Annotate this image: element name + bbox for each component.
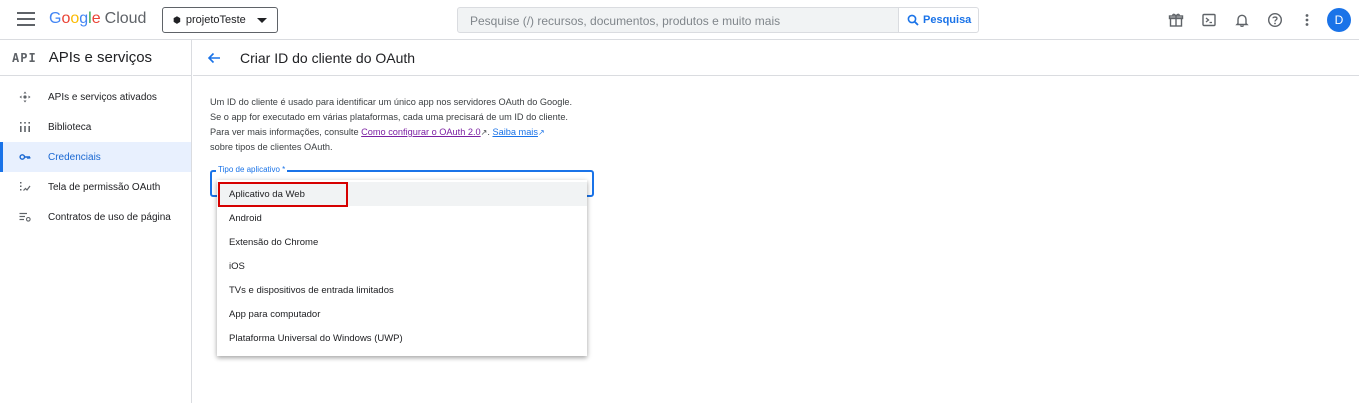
sidebar-item-library[interactable]: Biblioteca bbox=[0, 112, 191, 142]
description-line: Um ID do cliente é usado para identifica… bbox=[210, 97, 573, 107]
google-cloud-logo[interactable]: Google Cloud bbox=[49, 10, 146, 28]
back-arrow-icon[interactable] bbox=[205, 49, 223, 67]
search-button-label: Pesquisa bbox=[923, 14, 972, 26]
help-icon[interactable] bbox=[1265, 10, 1285, 30]
more-vert-icon[interactable] bbox=[1297, 10, 1317, 30]
caret-down-icon bbox=[257, 18, 267, 23]
learn-more-link[interactable]: Saiba mais bbox=[492, 127, 537, 137]
sidebar-item-label: Tela de permissão OAuth bbox=[48, 181, 161, 193]
application-type-dropdown: Aplicativo da Web Android Extensão do Ch… bbox=[217, 180, 587, 356]
library-icon bbox=[18, 121, 32, 133]
sidebar-item-label: APIs e serviços ativados bbox=[48, 91, 157, 103]
consent-icon bbox=[18, 181, 32, 193]
external-link-icon: ↗ bbox=[537, 128, 545, 137]
external-link-icon: ↗ bbox=[480, 128, 488, 137]
description: Um ID do cliente é usado para identifica… bbox=[210, 95, 600, 155]
description-line: Se o app for executado em várias platafo… bbox=[210, 112, 568, 122]
option-desktop-app[interactable]: App para computador bbox=[217, 302, 587, 326]
api-badge-icon: API bbox=[12, 50, 37, 65]
search-button[interactable]: Pesquisa bbox=[898, 7, 979, 33]
sidebar-item-page-usage[interactable]: Contratos de uso de página bbox=[0, 202, 191, 232]
enabled-apis-icon bbox=[18, 91, 32, 103]
option-web-application[interactable]: Aplicativo da Web bbox=[217, 182, 587, 206]
avatar-initial: D bbox=[1334, 13, 1344, 27]
menu-icon[interactable] bbox=[17, 12, 35, 28]
option-android[interactable]: Android bbox=[217, 206, 587, 230]
search-input[interactable]: Pesquise (/) recursos, documentos, produ… bbox=[457, 7, 899, 33]
application-type-label: Tipo de aplicativo * bbox=[216, 165, 288, 174]
gift-icon[interactable] bbox=[1166, 10, 1186, 30]
sidebar-item-oauth-consent[interactable]: Tela de permissão OAuth bbox=[0, 172, 191, 202]
key-icon bbox=[18, 151, 32, 163]
page-header: Criar ID do cliente do OAuth bbox=[193, 40, 1359, 76]
sidebar-item-label: Contratos de uso de página bbox=[48, 211, 171, 223]
project-name: projetoTeste bbox=[185, 14, 246, 26]
description-line: Para ver mais informações, consulte Como… bbox=[210, 127, 545, 137]
project-icon: ⬢ bbox=[173, 14, 181, 25]
description-prefix: Para ver mais informações, consulte bbox=[210, 127, 359, 137]
option-tvs-limited-input[interactable]: TVs e dispositivos de entrada limitados bbox=[217, 278, 587, 302]
search-icon bbox=[907, 14, 919, 26]
option-ios[interactable]: iOS bbox=[217, 254, 587, 278]
bell-icon[interactable] bbox=[1232, 10, 1252, 30]
sidebar-item-label: Biblioteca bbox=[48, 121, 92, 133]
sidebar-item-credentials[interactable]: Credenciais bbox=[0, 142, 191, 172]
logo-cloud-text: Cloud bbox=[104, 10, 147, 27]
sidebar: API APIs e serviços APIs e serviços ativ… bbox=[0, 40, 192, 403]
terminal-icon[interactable] bbox=[1199, 10, 1219, 30]
oauth-setup-link[interactable]: Como configurar o OAuth 2.0 bbox=[361, 127, 481, 137]
sidebar-item-label: Credenciais bbox=[48, 151, 101, 163]
page-title: Criar ID do cliente do OAuth bbox=[240, 49, 416, 66]
search-placeholder: Pesquise (/) recursos, documentos, produ… bbox=[470, 14, 781, 28]
sidebar-item-enabled-apis[interactable]: APIs e serviços ativados bbox=[0, 82, 191, 112]
description-line: sobre tipos de clientes OAuth. bbox=[210, 142, 333, 152]
settings-list-icon bbox=[18, 211, 32, 223]
avatar[interactable]: D bbox=[1327, 8, 1351, 32]
option-uwp[interactable]: Plataforma Universal do Windows (UWP) bbox=[217, 326, 587, 350]
sidebar-header: API APIs e serviços bbox=[0, 40, 191, 76]
project-selector[interactable]: ⬢ projetoTeste bbox=[162, 7, 278, 33]
top-bar: Google Cloud ⬢ projetoTeste Pesquise (/) … bbox=[0, 0, 1359, 40]
option-chrome-extension[interactable]: Extensão do Chrome bbox=[217, 230, 587, 254]
sidebar-title: APIs e serviços bbox=[48, 49, 153, 66]
